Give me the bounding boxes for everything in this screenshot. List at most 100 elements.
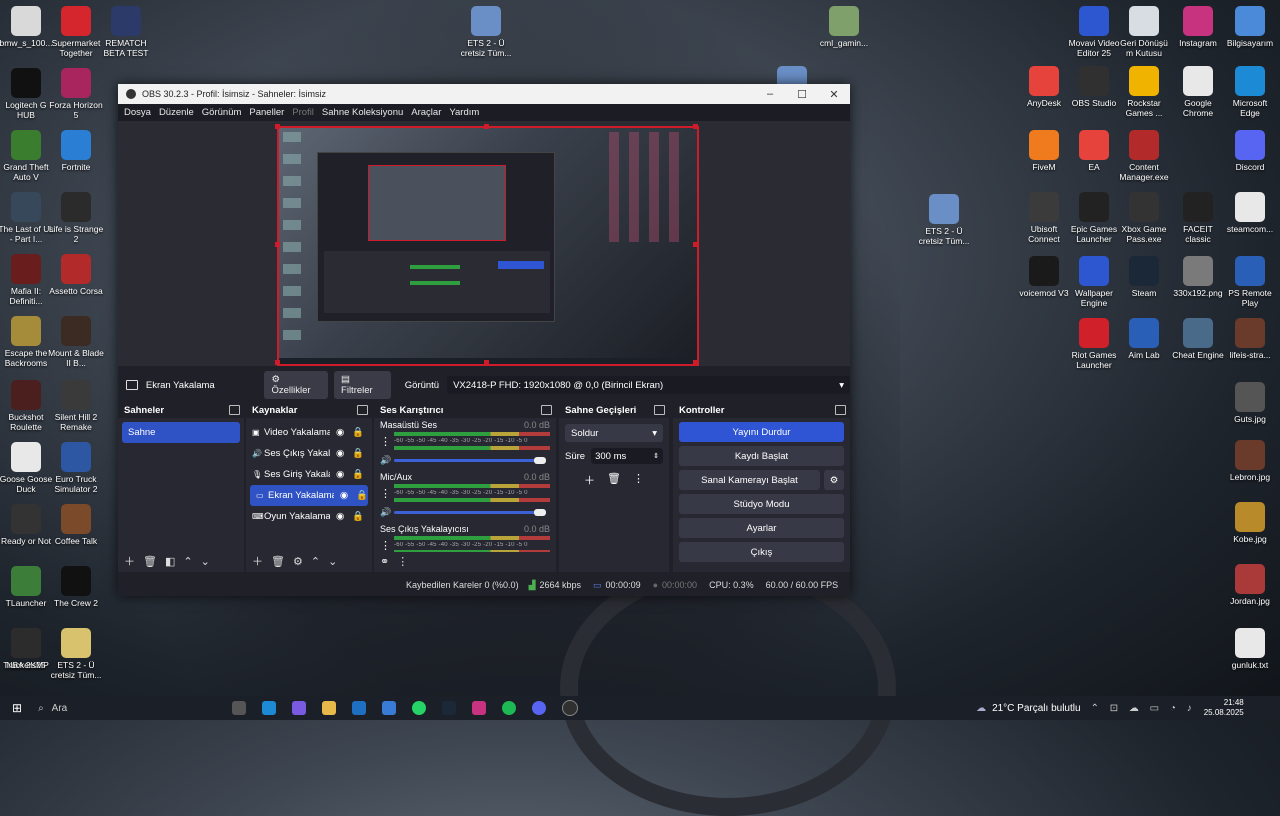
filters-button[interactable]: ▤ Filtreler bbox=[334, 371, 391, 399]
source-item[interactable]: 🎙Ses Giriş Yakalayı ◉ 🔒 bbox=[246, 464, 372, 485]
desktop-icon[interactable]: Instagram bbox=[1170, 6, 1226, 48]
desktop-icon[interactable]: FiveM bbox=[1016, 130, 1072, 172]
visibility-eye-icon[interactable]: ◉ bbox=[340, 490, 348, 501]
instagram-icon[interactable] bbox=[472, 701, 487, 715]
desktop-icon[interactable]: Content Manager.exe bbox=[1116, 130, 1172, 182]
desktop-icon[interactable]: PS Remote Play bbox=[1222, 256, 1278, 308]
desktop-icon[interactable]: Kobe.jpg bbox=[1222, 502, 1278, 544]
control-button[interactable]: Ayarlar bbox=[679, 518, 844, 538]
maximize-button[interactable]: ☐ bbox=[786, 88, 818, 101]
resize-handle[interactable] bbox=[484, 124, 489, 129]
control-button[interactable]: Çıkış bbox=[679, 542, 844, 562]
resize-handle[interactable] bbox=[693, 124, 698, 129]
desktop-icon[interactable]: Bilgisayarım bbox=[1222, 6, 1278, 48]
control-button[interactable]: Sanal Kamerayı Başlat ⚙ bbox=[679, 470, 844, 490]
desktop-icon[interactable]: Geri Dönüşü m Kutusu bbox=[1116, 6, 1172, 58]
resize-handle[interactable] bbox=[693, 360, 698, 365]
desktop-icon[interactable]: bmw_s_100... bbox=[0, 6, 54, 48]
desktop-icon[interactable]: The Last of Us - Part I... bbox=[0, 192, 54, 244]
lock-icon[interactable]: 🔒 bbox=[352, 511, 364, 522]
undock-icon[interactable] bbox=[357, 405, 368, 415]
source-item[interactable]: 🔊Ses Çıkış Yakalayı ◉ 🔒 bbox=[246, 443, 372, 464]
properties-button[interactable]: ⚙ Özellikler bbox=[264, 371, 329, 399]
desktop-icon[interactable]: 330x192.png bbox=[1170, 256, 1226, 298]
move-up-icon[interactable]: ⌃ bbox=[183, 555, 192, 568]
move-down-icon[interactable]: ⌄ bbox=[201, 555, 210, 568]
undock-icon[interactable] bbox=[835, 405, 846, 415]
minimize-button[interactable]: – bbox=[754, 88, 786, 101]
task-view-icon[interactable] bbox=[232, 701, 247, 715]
windows-start-icon[interactable]: ⊞ bbox=[12, 701, 22, 715]
whatsapp-icon[interactable] bbox=[412, 701, 427, 715]
desktop-icon[interactable]: Lebron.jpg bbox=[1222, 440, 1278, 482]
desktop-icon[interactable]: ETS 2 - Ü cretsiz Tüm... bbox=[48, 628, 104, 680]
lock-icon[interactable]: 🔒 bbox=[352, 469, 364, 480]
desktop-icon[interactable]: Microsoft Edge bbox=[1222, 66, 1278, 118]
desktop-icon[interactable]: Escape the Backrooms bbox=[0, 316, 54, 368]
gear-icon[interactable]: ⚙ bbox=[293, 555, 303, 568]
menu-item[interactable]: Yardım bbox=[445, 107, 483, 118]
volume-slider[interactable] bbox=[394, 457, 546, 464]
resize-handle[interactable] bbox=[275, 124, 280, 129]
weather-text[interactable]: 21°C Parçalı bulutlu bbox=[992, 703, 1081, 714]
menu-item[interactable]: Profil bbox=[288, 107, 318, 118]
menu-item[interactable]: Sahne Koleksiyonu bbox=[318, 107, 407, 118]
desktop-icon[interactable]: Life is Strange 2 bbox=[48, 192, 104, 244]
desktop-icon[interactable]: OBS Studio bbox=[1066, 66, 1122, 108]
desktop-icon[interactable]: gunluk.txt bbox=[1222, 628, 1278, 670]
desktop-icon[interactable]: TruckersMP bbox=[0, 628, 54, 670]
desktop-icon[interactable]: Coffee Talk bbox=[48, 504, 104, 546]
store-icon[interactable] bbox=[382, 701, 397, 715]
lock-icon[interactable]: 🔒 bbox=[356, 490, 368, 501]
resize-handle[interactable] bbox=[484, 360, 489, 365]
desktop-icon[interactable]: Ready or Not bbox=[0, 504, 54, 546]
desktop-icon[interactable]: Logitech G HUB bbox=[0, 68, 54, 120]
desktop-icon[interactable]: Cheat Engine bbox=[1170, 318, 1226, 360]
desktop-icon[interactable]: AnyDesk bbox=[1016, 66, 1072, 108]
add-icon[interactable]: ＋ bbox=[252, 553, 263, 569]
desktop-icon[interactable]: Mount & Blade II B... bbox=[48, 316, 104, 368]
desktop-icon[interactable]: Wallpaper Engine bbox=[1066, 256, 1122, 308]
resize-handle[interactable] bbox=[275, 360, 280, 365]
desktop-icon[interactable]: Steam bbox=[1116, 256, 1172, 298]
visibility-eye-icon[interactable]: ◉ bbox=[336, 469, 344, 480]
obs-titlebar[interactable]: OBS 30.2.3 - Profil: İsimsiz - Sahneler:… bbox=[118, 84, 850, 104]
undock-icon[interactable] bbox=[654, 405, 665, 415]
tray-icons[interactable]: ⌃ ⊡ ☁ ▭ ◔ ♪ bbox=[1091, 703, 1196, 714]
desktop-icon[interactable]: Mafia II: Definiti... bbox=[0, 254, 54, 306]
desktop-icon[interactable]: Forza Horizon 5 bbox=[48, 68, 104, 120]
desktop-icon[interactable]: Assetto Corsa bbox=[48, 254, 104, 296]
desktop-icon[interactable]: Discord bbox=[1222, 130, 1278, 172]
resize-handle[interactable] bbox=[693, 242, 698, 247]
copilot-icon[interactable] bbox=[292, 701, 307, 715]
close-button[interactable]: ✕ bbox=[818, 88, 850, 101]
desktop-icon[interactable]: voicemod V3 bbox=[1016, 256, 1072, 298]
obs-taskbar-icon[interactable] bbox=[562, 700, 579, 716]
desktop-icon[interactable]: steamcom... bbox=[1222, 192, 1278, 234]
trash-icon[interactable]: 🗑 bbox=[271, 555, 285, 568]
desktop-icon[interactable]: EA bbox=[1066, 130, 1122, 172]
file-explorer-icon[interactable] bbox=[322, 701, 337, 715]
undock-icon[interactable] bbox=[541, 405, 552, 415]
preview-area[interactable] bbox=[118, 121, 850, 366]
move-down-icon[interactable]: ⌄ bbox=[328, 555, 337, 568]
source-item[interactable]: ▭ Ekran Yakalama ◉ 🔒 bbox=[250, 485, 368, 506]
source-item[interactable]: ▣ Video Yakalama ◉ 🔒 bbox=[246, 422, 372, 443]
volume-slider[interactable] bbox=[394, 509, 546, 516]
menu-item[interactable]: Düzenle bbox=[155, 107, 198, 118]
preview-canvas[interactable] bbox=[277, 126, 699, 366]
visibility-eye-icon[interactable]: ◉ bbox=[336, 427, 344, 438]
speaker-icon[interactable]: 🔊 bbox=[380, 507, 394, 518]
search-box[interactable]: ⌕ Ara bbox=[38, 703, 218, 714]
menu-item[interactable]: Dosya bbox=[120, 107, 155, 118]
duration-input[interactable]: 300 ms ⇕ bbox=[591, 448, 663, 464]
discord-icon[interactable] bbox=[532, 701, 547, 715]
edge-icon[interactable] bbox=[262, 701, 277, 715]
menu-item[interactable]: Görünüm bbox=[198, 107, 246, 118]
filter-icon[interactable]: ◧ bbox=[165, 555, 175, 568]
menu-item[interactable]: Araçlar bbox=[407, 107, 445, 118]
desktop-icon[interactable]: Ubisoft Connect bbox=[1016, 192, 1072, 244]
desktop-icon[interactable]: Epic Games Launcher bbox=[1066, 192, 1122, 244]
desktop-icon[interactable]: Buckshot Roulette bbox=[0, 380, 54, 432]
control-button[interactable]: Kaydı Başlat bbox=[679, 446, 844, 466]
